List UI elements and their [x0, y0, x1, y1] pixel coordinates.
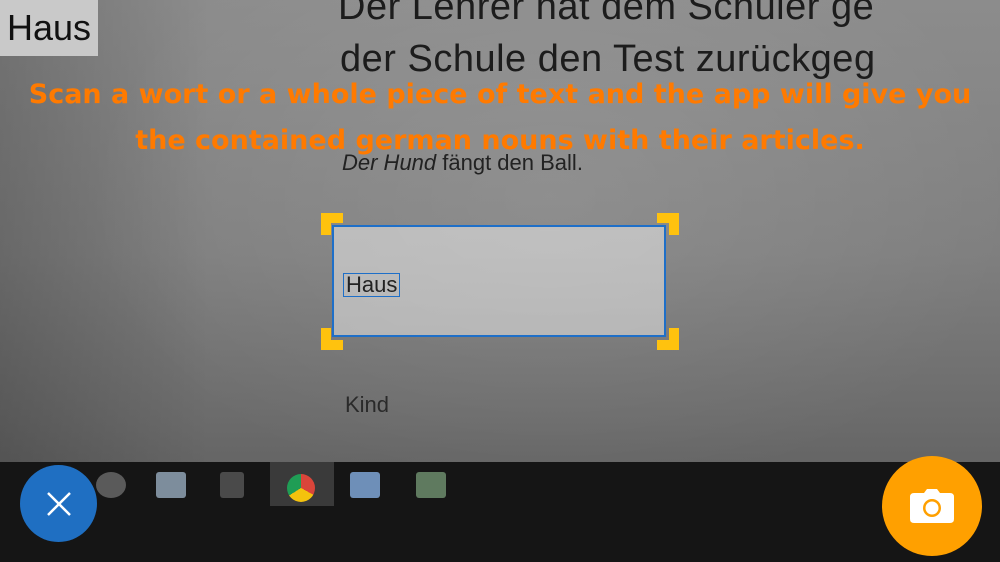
resize-handle-bottom-left[interactable]: [321, 328, 343, 350]
detected-word-label: Haus: [0, 0, 98, 56]
recognized-word-box: Haus: [343, 273, 401, 297]
resize-handle-top-left[interactable]: [321, 213, 343, 235]
screen-shadow: [0, 0, 210, 470]
instruction-line-1: Scan a wort or a whole piece of text and…: [28, 79, 972, 110]
chrome-icon: [287, 474, 315, 502]
people-icon: [96, 472, 126, 498]
close-button[interactable]: [20, 465, 97, 542]
folder-icon: [156, 472, 186, 498]
background-taskbar: [0, 462, 1000, 562]
document-line-1: Der Lehrer hat dem Schüler ge: [338, 0, 875, 28]
camera-icon: [910, 489, 954, 523]
instruction-line-2: the contained german nouns with their ar…: [135, 125, 865, 156]
instruction-text: Scan a wort or a whole piece of text and…: [20, 72, 980, 164]
app-icon: [350, 472, 380, 498]
notes-icon: [416, 472, 446, 498]
store-icon: [220, 472, 244, 498]
capture-button[interactable]: [882, 456, 982, 556]
scan-region[interactable]: Haus: [332, 225, 666, 337]
document-word-kind: Kind: [345, 392, 390, 417]
resize-handle-top-right[interactable]: [657, 213, 679, 235]
close-icon: [46, 491, 71, 516]
resize-handle-bottom-right[interactable]: [657, 328, 679, 350]
